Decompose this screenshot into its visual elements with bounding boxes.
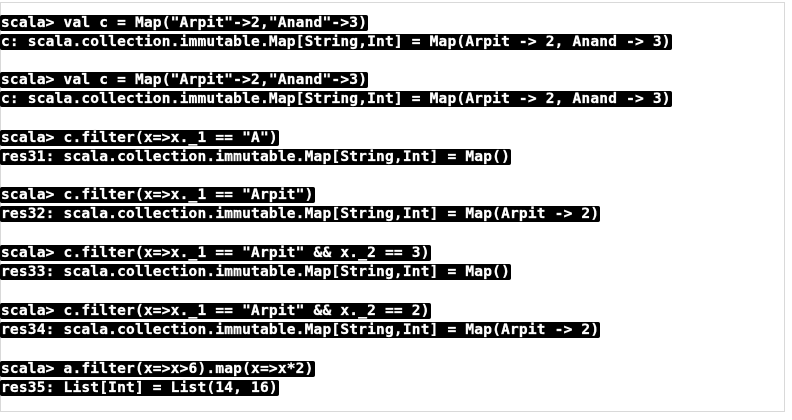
repl-input-line: scala> val c = Map("Arpit"->2,"Anand"->3… bbox=[0, 13, 672, 32]
repl-block-3: scala> c.filter(x=>x._1 == "A") res31: s… bbox=[0, 128, 511, 166]
repl-output-text: res32: scala.collection.immutable.Map[St… bbox=[0, 206, 601, 222]
repl-output-text: c: scala.collection.immutable.Map[String… bbox=[0, 91, 672, 107]
scala-repl-terminal: scala> val c = Map("Arpit"->2,"Anand"->3… bbox=[0, 0, 792, 420]
repl-block-6: scala> c.filter(x=>x._1 == "Arpit" && x.… bbox=[0, 301, 601, 339]
repl-input-text: scala> val c = Map("Arpit"->2,"Anand"->3… bbox=[0, 72, 369, 88]
repl-input-text: scala> c.filter(x=>x._1 == "A") bbox=[0, 130, 279, 146]
repl-block-4: scala> c.filter(x=>x._1 == "Arpit") res3… bbox=[0, 185, 601, 223]
repl-output-line: res34: scala.collection.immutable.Map[St… bbox=[0, 320, 601, 339]
repl-input-line: scala> c.filter(x=>x._1 == "A") bbox=[0, 128, 511, 147]
repl-output-line: res35: List[Int] = List(14, 16) bbox=[0, 378, 315, 397]
repl-input-text: scala> c.filter(x=>x._1 == "Arpit") bbox=[0, 187, 315, 203]
repl-input-line: scala> c.filter(x=>x._1 == "Arpit" && x.… bbox=[0, 301, 600, 320]
repl-input-line: scala> a.filter(x=>x>6).map(x=>x*2) bbox=[0, 359, 315, 378]
repl-output-line: res32: scala.collection.immutable.Map[St… bbox=[0, 204, 601, 223]
repl-input-text: scala> val c = Map("Arpit"->2,"Anand"->3… bbox=[0, 15, 369, 31]
repl-input-text: scala> c.filter(x=>x._1 == "Arpit" && x.… bbox=[0, 303, 431, 319]
repl-block-2: scala> val c = Map("Arpit"->2,"Anand"->3… bbox=[0, 70, 672, 108]
repl-output-line: res33: scala.collection.immutable.Map[St… bbox=[0, 262, 511, 281]
repl-output-text: res31: scala.collection.immutable.Map[St… bbox=[0, 149, 511, 165]
repl-output-text: res33: scala.collection.immutable.Map[St… bbox=[0, 264, 511, 280]
repl-output-text: res35: List[Int] = List(14, 16) bbox=[0, 380, 279, 396]
repl-output-line: c: scala.collection.immutable.Map[String… bbox=[0, 32, 672, 51]
repl-input-text: scala> a.filter(x=>x>6).map(x=>x*2) bbox=[0, 361, 315, 377]
repl-block-7: scala> a.filter(x=>x>6).map(x=>x*2) res3… bbox=[0, 359, 315, 397]
repl-input-text: scala> c.filter(x=>x._1 == "Arpit" && x.… bbox=[0, 245, 431, 261]
repl-output-line: c: scala.collection.immutable.Map[String… bbox=[0, 89, 672, 108]
repl-input-line: scala> c.filter(x=>x._1 == "Arpit" && x.… bbox=[0, 243, 511, 262]
repl-input-line: scala> val c = Map("Arpit"->2,"Anand"->3… bbox=[0, 70, 672, 89]
repl-input-line: scala> c.filter(x=>x._1 == "Arpit") bbox=[0, 185, 600, 204]
repl-block-1: scala> val c = Map("Arpit"->2,"Anand"->3… bbox=[0, 13, 672, 51]
repl-block-5: scala> c.filter(x=>x._1 == "Arpit" && x.… bbox=[0, 243, 511, 281]
repl-output-text: res34: scala.collection.immutable.Map[St… bbox=[0, 322, 601, 338]
repl-output-text: c: scala.collection.immutable.Map[String… bbox=[0, 34, 672, 50]
repl-output-line: res31: scala.collection.immutable.Map[St… bbox=[0, 147, 511, 166]
